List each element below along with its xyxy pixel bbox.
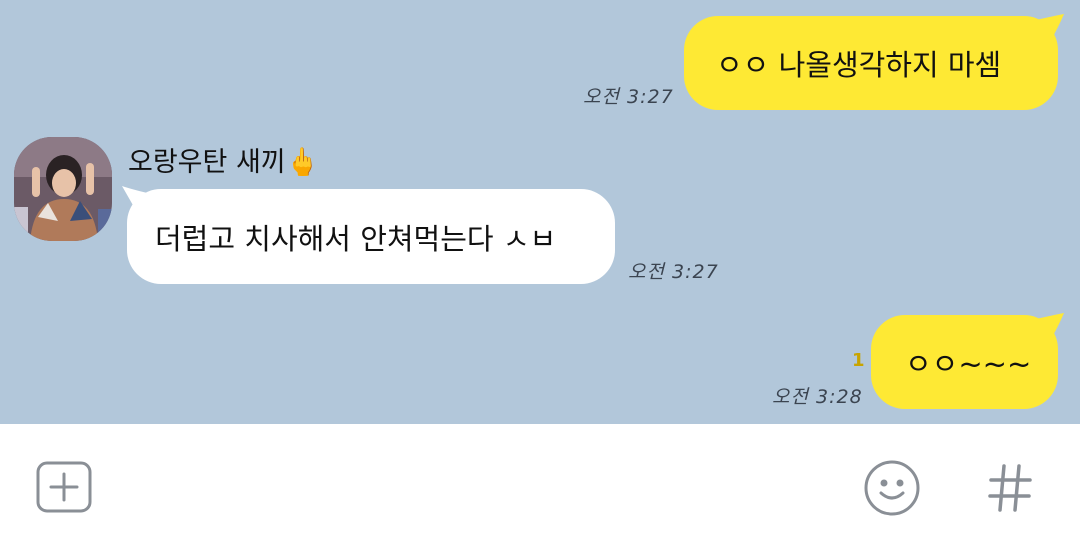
message-time: 오전 3:28 [772,386,863,408]
my-message-bubble[interactable]: ㅇㅇ~~~ [871,315,1058,409]
my-message-bubble[interactable]: ㅇㅇ 나올생각하지 마셈 [684,16,1058,110]
bubble-tail-icon [1036,313,1064,341]
message-text: ㅇㅇ 나올생각하지 마셈 [716,48,1002,82]
message-text: ㅇㅇ~~~ [905,347,1032,381]
smiley-icon[interactable] [863,459,921,517]
plus-square-icon[interactable] [36,461,92,513]
bubble-tail-icon [1036,14,1064,42]
hash-icon[interactable] [987,463,1033,513]
their-message-bubble[interactable]: 더럽고 치사해서 안쳐먹는다 ㅅㅂ [127,189,615,284]
message-time: 오전 3:27 [583,86,674,108]
chat-area[interactable]: ㅇㅇ 나올생각하지 마셈 오전 3:27 오랑우탄 새끼🖕 더럽고 치사해서 안… [0,0,1080,424]
sender-name: 오랑우탄 새끼🖕 [128,147,320,178]
unread-count: 1 [852,350,865,371]
avatar[interactable] [14,137,112,241]
input-bar [0,424,1080,550]
message-time: 오전 3:27 [628,261,719,283]
message-text: 더럽고 치사해서 안쳐먹는다 ㅅㅂ [155,221,557,256]
